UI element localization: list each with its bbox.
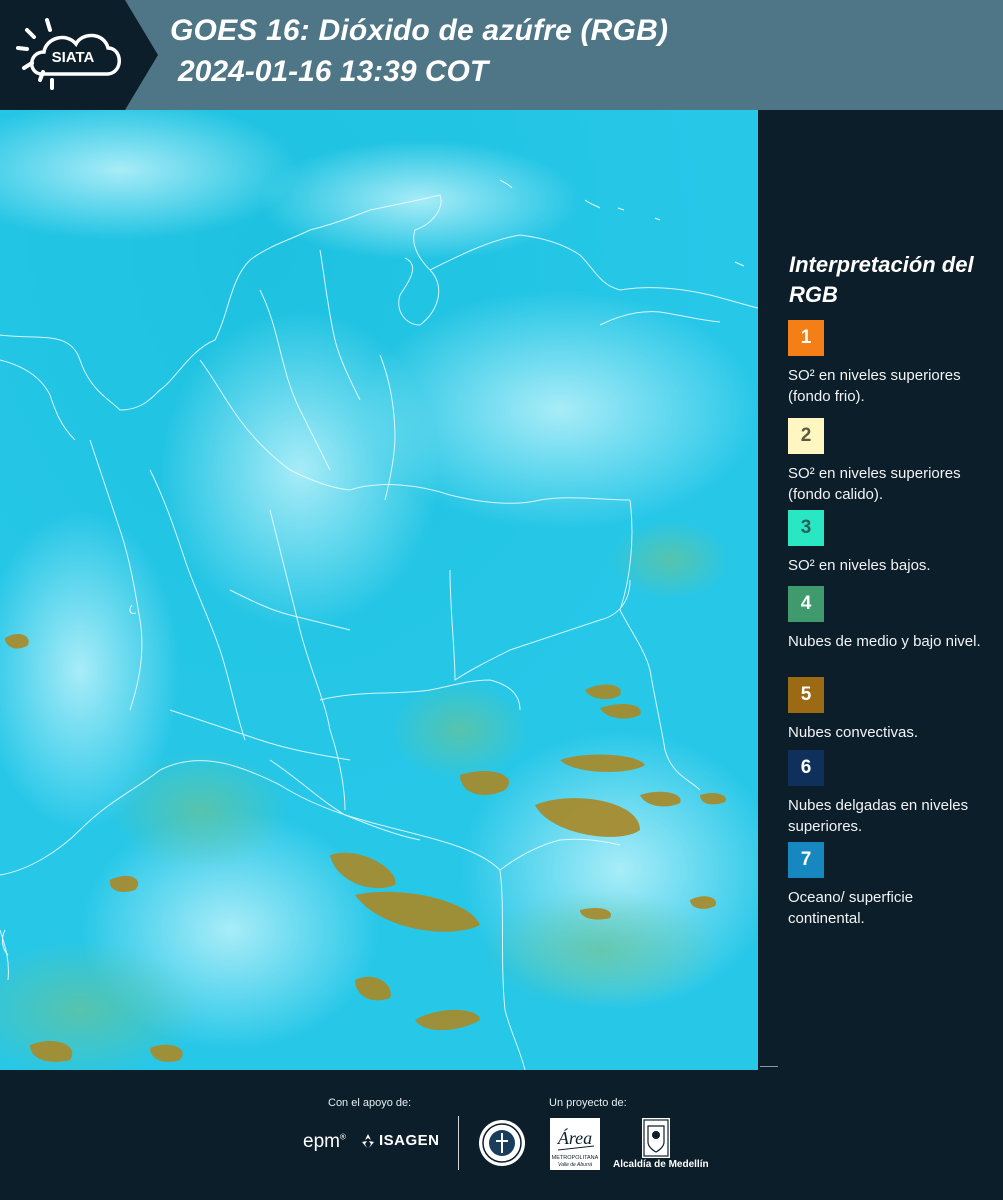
legend-item-2: 2 SO² en niveles superiores (fondo calid… <box>788 418 988 512</box>
siata-logo: SIATA <box>0 0 160 110</box>
medellin-seal-icon <box>478 1119 526 1167</box>
legend-label-2: SO² en niveles superiores (fondo calido)… <box>788 465 961 503</box>
page-title: GOES 16: Dióxido de azúfre (RGB) <box>170 14 669 47</box>
legend-label-5: Nubes convectivas. <box>788 724 919 741</box>
legend-panel: Interpretación del RGB 1 SO² en niveles … <box>758 110 1003 1070</box>
legend-label-7: Oceano/ superficie continental. <box>788 889 914 927</box>
epm-logo: epm® <box>303 1131 346 1152</box>
area-logo-sub1: METROPOLITANA <box>552 1155 599 1161</box>
satellite-image <box>0 110 758 1070</box>
page-subtitle-timestamp: 2024-01-16 13:39 COT <box>178 55 489 88</box>
footer: Con el apoyo de: Un proyecto de: epm® IS… <box>0 1066 1003 1200</box>
legend-label-3: SO² en niveles bajos. <box>788 557 931 574</box>
support-label: Con el apoyo de: <box>328 1097 412 1109</box>
legend-swatch-3: 3 <box>788 510 824 546</box>
header: SIATA GOES 16: Dióxido de azúfre (RGB) 2… <box>0 0 1003 110</box>
legend-label-6: Nubes delgadas en niveles superiores. <box>788 797 969 835</box>
legend-item-5: 5 Nubes convectivas. <box>788 677 988 743</box>
legend-swatch-4: 4 <box>788 586 824 622</box>
isagen-icon <box>362 1133 374 1148</box>
legend-swatch-1: 1 <box>788 320 824 356</box>
legend-label-1: SO² en niveles superiores (fondo frio). <box>788 367 961 405</box>
legend-item-7: 7 Oceano/ superficie continental. <box>788 842 988 929</box>
legend-item-4: 4 Nubes de medio y bajo nivel. <box>788 586 988 652</box>
legend-swatch-7: 7 <box>788 842 824 878</box>
alcaldia-shield-icon <box>642 1118 670 1158</box>
epm-logo-text: epm <box>303 1131 340 1152</box>
area-metropolitana-logo: Área METROPOLITANA Valle de Aburrá <box>550 1118 600 1170</box>
footer-divider-line <box>760 1066 778 1067</box>
legend-label-4: Nubes de medio y bajo nivel. <box>788 633 981 650</box>
logo-text: SIATA <box>52 49 95 66</box>
legend-item-1: 1 SO² en niveles superiores (fondo frio)… <box>788 320 988 407</box>
legend-item-3: 3 SO² en niveles bajos. <box>788 510 988 576</box>
alcaldia-label: Alcaldía de Medellín <box>613 1159 709 1170</box>
project-label: Un proyecto de: <box>549 1097 627 1109</box>
area-logo-text: Área <box>557 1127 592 1148</box>
isagen-logo: ISAGEN <box>360 1132 440 1149</box>
legend-swatch-6: 6 <box>788 750 824 786</box>
legend-swatch-2: 2 <box>788 418 824 454</box>
isagen-logo-text: ISAGEN <box>379 1132 440 1149</box>
legend-swatch-5: 5 <box>788 677 824 713</box>
area-logo-sub2: Valle de Aburrá <box>558 1162 592 1168</box>
satellite-map[interactable] <box>0 110 758 1070</box>
legend-item-6: 6 Nubes delgadas en niveles superiores. <box>788 750 988 837</box>
legend-title: Interpretación del RGB <box>789 252 974 307</box>
footer-divider <box>458 1116 459 1170</box>
